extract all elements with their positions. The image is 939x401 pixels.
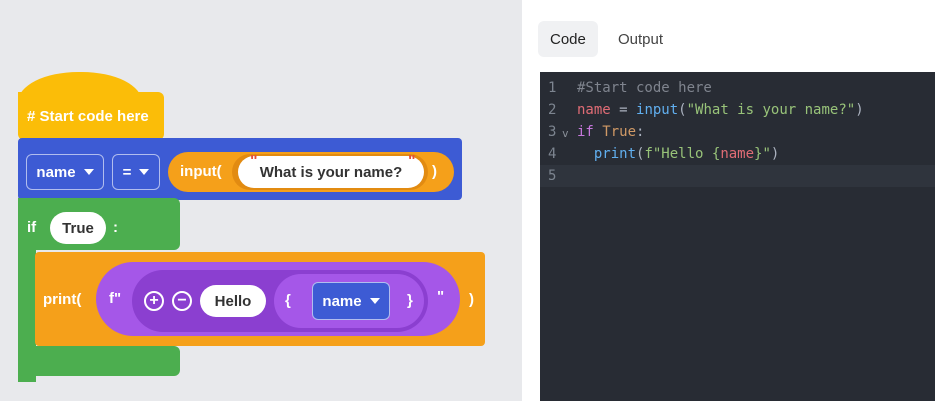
input-function-label: input( xyxy=(180,163,222,180)
code-editor[interactable]: 1 #Start code here 2 name = input("What is … xyxy=(540,72,935,401)
code-token: }" xyxy=(754,146,771,162)
code-text: name = input("What is your name?") xyxy=(577,99,864,121)
prompt-string-field[interactable]: What is your name? xyxy=(238,156,424,188)
code-line[interactable]: 1 #Start code here xyxy=(540,77,935,99)
code-text: #Start code here xyxy=(577,77,712,99)
variable-dropdown[interactable]: name xyxy=(26,154,104,190)
close-quote-icon: " xyxy=(408,153,416,170)
variable-dropdown-label: name xyxy=(36,163,76,181)
tab-code[interactable]: Code xyxy=(538,21,598,57)
condition-text: True xyxy=(62,219,94,237)
code-token: ) xyxy=(770,146,780,162)
line-number: 4 xyxy=(548,146,557,162)
line-number: 5 xyxy=(548,168,557,184)
chevron-down-icon xyxy=(369,298,380,304)
code-line[interactable]: 5 xyxy=(540,165,935,187)
print-function-label: print( xyxy=(43,291,82,308)
remove-part-button[interactable]: − xyxy=(172,291,192,311)
condition-true-field[interactable]: True xyxy=(50,212,106,244)
code-token: "What is your name?" xyxy=(686,102,856,118)
block-workspace[interactable]: # Start code here name = input( ) What i… xyxy=(0,0,522,401)
tab-output[interactable]: Output xyxy=(606,21,675,57)
start-hat-block[interactable]: # Start code here xyxy=(18,72,164,140)
fold-chevron-icon[interactable]: v xyxy=(562,123,569,145)
operator-dropdown-label: = xyxy=(122,163,132,181)
code-text: print(f"Hello {name}") xyxy=(577,143,779,165)
hello-text: Hello xyxy=(214,292,252,310)
operator-dropdown[interactable]: = xyxy=(112,154,160,190)
prompt-string-text: What is your name? xyxy=(259,163,403,181)
line-number: 1 xyxy=(548,80,557,96)
print-close-paren: ) xyxy=(469,291,474,308)
code-token: #Start code here xyxy=(577,80,712,96)
fstring-close-brace: } xyxy=(407,292,413,309)
code-token: : xyxy=(636,124,645,140)
fstring-prefix: f" xyxy=(109,290,122,307)
if-colon: : xyxy=(113,219,118,236)
code-token: ) xyxy=(855,102,864,118)
line-number: 2 xyxy=(548,102,557,118)
fstring-close-quote: " xyxy=(437,288,445,305)
minus-icon: − xyxy=(177,292,187,309)
chevron-down-icon xyxy=(83,169,94,175)
hello-text-field[interactable]: Hello xyxy=(200,285,266,317)
code-token: f"Hello { xyxy=(644,146,721,162)
code-token: print xyxy=(593,146,637,162)
open-quote-icon: " xyxy=(250,153,258,170)
plus-icon: + xyxy=(149,292,159,309)
code-token: if xyxy=(577,124,594,140)
code-token: True xyxy=(602,124,637,140)
code-token: input xyxy=(636,102,679,118)
code-token: ( xyxy=(678,102,687,118)
fstring-open-brace: { xyxy=(285,292,291,309)
code-token: name xyxy=(720,146,755,162)
code-line[interactable]: 4 print(f"Hello {name}") xyxy=(540,143,935,165)
name-variable-label: name xyxy=(322,292,362,310)
name-variable-dropdown[interactable]: name xyxy=(312,282,390,320)
code-text: if True: xyxy=(577,121,644,143)
if-block-footer xyxy=(18,346,180,376)
code-line[interactable]: 3 v if True: xyxy=(540,121,935,143)
code-token: = xyxy=(610,102,637,118)
chevron-down-icon xyxy=(139,169,150,175)
add-part-button[interactable]: + xyxy=(144,291,164,311)
code-line[interactable]: 2 name = input("What is your name?") xyxy=(540,99,935,121)
input-close-paren: ) xyxy=(432,163,437,180)
code-token: name xyxy=(577,102,611,118)
hat-block-label: # Start code here xyxy=(27,108,149,125)
if-keyword: if xyxy=(27,219,37,236)
